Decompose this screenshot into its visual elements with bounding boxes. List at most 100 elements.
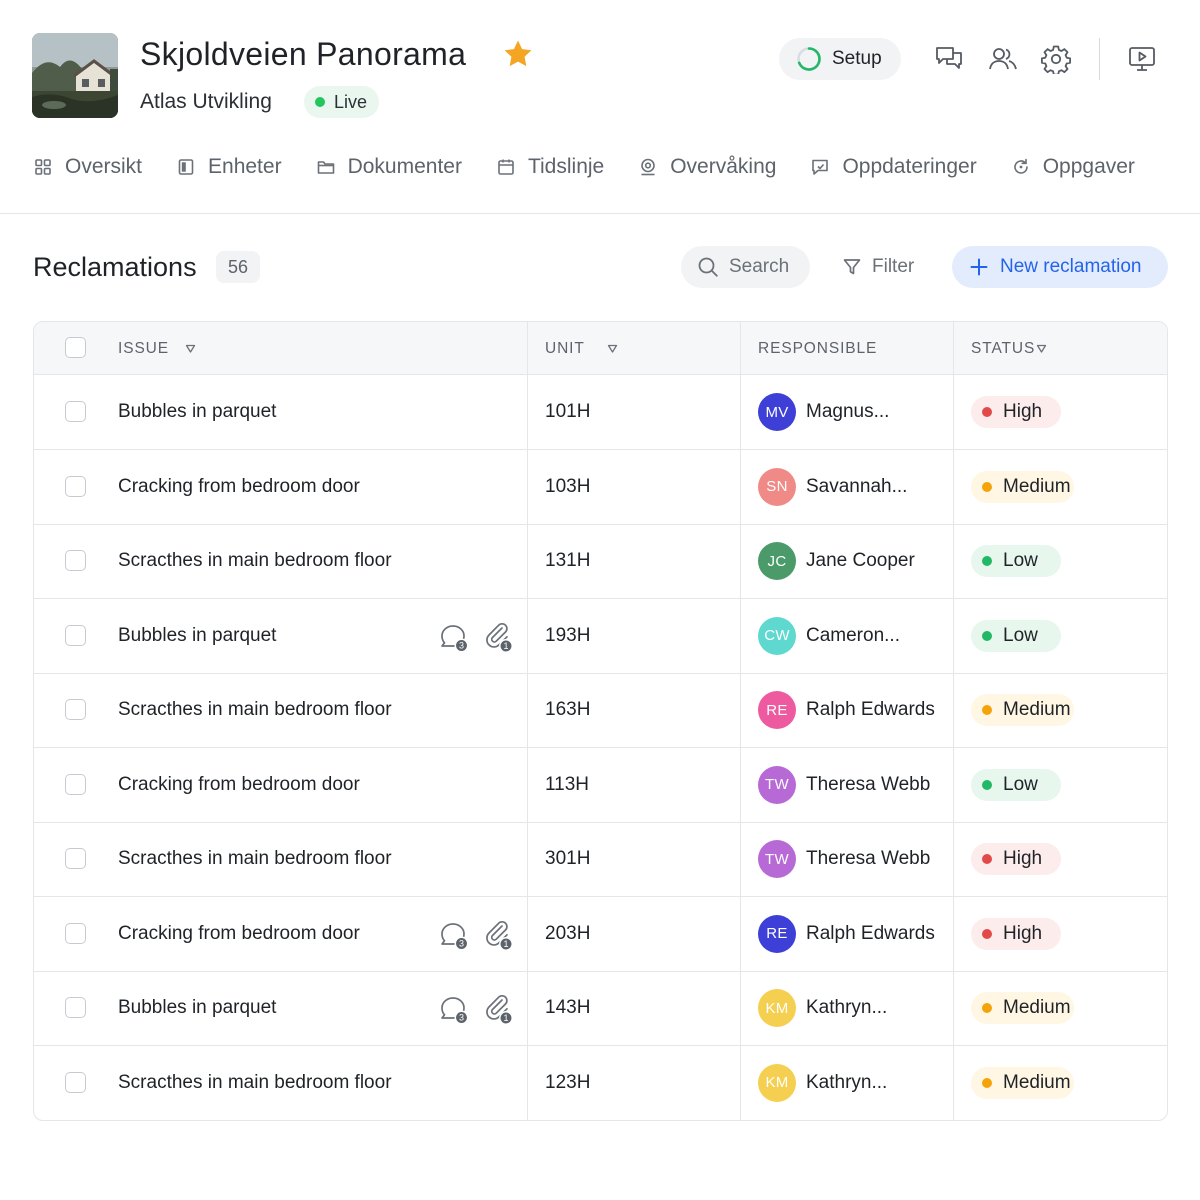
status-badge[interactable]: High (971, 843, 1061, 875)
status-dot-icon (982, 481, 992, 492)
responsible-name: Savannah... (806, 475, 908, 497)
new-reclamation-button[interactable]: New reclamation (952, 246, 1168, 288)
tab-dokumenter[interactable]: Dokumenter (316, 155, 462, 179)
units-icon (178, 159, 194, 175)
tab-overvaking[interactable]: Overvåking (638, 155, 776, 179)
status-badge[interactable]: Low (971, 768, 1061, 801)
table-row[interactable]: Bubbles in parquet 3 1 143H KM Kathryn... Medi… (34, 971, 1167, 1046)
issue-cell[interactable]: Bubbles in parquet (118, 971, 276, 1045)
column-header-responsible[interactable]: RESPONSIBLE (758, 322, 877, 375)
row-checkbox[interactable] (65, 475, 86, 497)
column-header-unit[interactable]: UNIT (545, 322, 618, 375)
tab-tidslinje[interactable]: Tidslinje (496, 155, 604, 179)
status-badge[interactable]: Medium (971, 1066, 1074, 1099)
responsible-name: Jane Cooper (806, 550, 915, 571)
attachment-icon[interactable]: 1 (482, 621, 514, 653)
row-checkbox[interactable] (65, 550, 86, 571)
tab-label: Oppdateringer (842, 155, 977, 178)
table-row[interactable]: Scracthes in main bedroom floor 131H JC Jan… (34, 524, 1167, 599)
comments-icon[interactable]: 3 (438, 919, 470, 951)
status-dot-icon (982, 556, 992, 566)
status-badge[interactable]: High (971, 917, 1061, 950)
tab-enheter[interactable]: Enheter (176, 155, 282, 179)
search-button-label: Search (729, 256, 790, 277)
users-icon[interactable] (988, 44, 1018, 74)
avatar: KM (758, 1063, 796, 1102)
table-row[interactable]: Scracthes in main bedroom floor 123H KM Kat… (34, 1046, 1167, 1121)
unit-cell: 103H (545, 475, 591, 497)
setup-progress-icon (797, 47, 821, 71)
table-row[interactable]: Bubbles in parquet 3 1 193H CW Cameron... Low (34, 599, 1167, 674)
status-badge[interactable]: Low (971, 545, 1061, 577)
unit-cell: 203H (545, 922, 591, 944)
chat-icon[interactable] (934, 44, 964, 74)
status-label: Low (1003, 773, 1038, 795)
search-button[interactable]: Search (681, 246, 810, 288)
attachment-icon[interactable]: 1 (482, 993, 514, 1025)
live-dot-icon (315, 97, 325, 107)
table-row[interactable]: Bubbles in parquet 101H MV Magnus... High (34, 375, 1167, 450)
issue-cell[interactable]: Cracking from bedroom door (118, 450, 360, 524)
attachment-count: 1 (503, 1013, 508, 1023)
comments-count: 3 (459, 640, 464, 650)
row-checkbox[interactable] (65, 848, 86, 869)
row-checkbox[interactable] (65, 997, 86, 1018)
gear-icon[interactable] (1041, 44, 1071, 76)
tab-oppgaver[interactable]: Oppgaver (1011, 155, 1135, 179)
issue-cell[interactable]: Cracking from bedroom door (118, 897, 360, 971)
issue-cell[interactable]: Scracthes in main bedroom floor (118, 673, 392, 747)
status-badge[interactable]: Medium (971, 470, 1074, 503)
issue-cell[interactable]: Scracthes in main bedroom floor (118, 822, 392, 896)
setup-button[interactable]: Setup (779, 38, 901, 80)
tab-oversikt[interactable]: Oversikt (33, 155, 142, 179)
message-icon (812, 159, 829, 175)
responsible-name: Kathryn... (806, 1071, 888, 1093)
unit-cell: 123H (545, 1071, 591, 1093)
attachment-count: 1 (503, 939, 508, 949)
issue-cell[interactable]: Bubbles in parquet (118, 599, 276, 673)
status-badge[interactable]: Medium (971, 694, 1074, 726)
status-badge[interactable]: Medium (971, 992, 1074, 1024)
responsible-name: Cameron... (806, 624, 900, 646)
status-dot-icon (982, 1077, 992, 1088)
column-header-status[interactable]: STATUS (971, 322, 1047, 375)
filter-button[interactable]: Filter (832, 246, 924, 288)
responsible-name: Magnus... (806, 401, 890, 422)
row-checkbox[interactable] (65, 922, 86, 944)
presentation-icon[interactable] (1127, 44, 1157, 74)
comments-icon[interactable]: 3 (438, 621, 470, 653)
table-row[interactable]: Cracking from bedroom door 3 1 203H RE Ralph … (34, 897, 1167, 972)
status-label: Low (1003, 550, 1038, 571)
row-checkbox[interactable] (65, 1071, 86, 1093)
table-row[interactable]: Scracthes in main bedroom floor 163H RE Ral… (34, 673, 1167, 748)
tab-oppdateringer[interactable]: Oppdateringer (810, 155, 977, 179)
attachment-icon[interactable]: 1 (482, 919, 514, 951)
refresh-icon (1013, 158, 1028, 174)
avatar: RE (758, 914, 796, 953)
issue-cell[interactable]: Scracthes in main bedroom floor (118, 1046, 392, 1120)
favorite-star-icon[interactable] (502, 38, 534, 70)
select-all-checkbox[interactable] (65, 337, 86, 358)
reclamations-table: ISSUE UNIT RESPONSIBLE STATUS Bubbles in… (33, 321, 1168, 1121)
status-dot-icon (982, 854, 992, 864)
row-checkbox[interactable] (65, 624, 86, 646)
status-badge[interactable]: Low (971, 619, 1061, 652)
table-row[interactable]: Cracking from bedroom door 103H SN Savannah… (34, 450, 1167, 525)
table-row[interactable]: Cracking from bedroom door 113H TW Theresa … (34, 748, 1167, 823)
row-checkbox[interactable] (65, 401, 86, 422)
status-badge[interactable]: High (971, 396, 1061, 428)
unit-cell: 113H (545, 773, 590, 795)
column-header-issue[interactable]: ISSUE (118, 322, 196, 375)
issue-cell[interactable]: Bubbles in parquet (118, 375, 276, 449)
comments-icon[interactable]: 3 (438, 993, 470, 1025)
issue-cell[interactable]: Scracthes in main bedroom floor (118, 524, 392, 598)
status-label: Medium (1003, 997, 1071, 1018)
table-row[interactable]: Scracthes in main bedroom floor 301H TW The… (34, 822, 1167, 897)
issue-cell[interactable]: Cracking from bedroom door (118, 748, 360, 822)
attachment-count: 1 (503, 641, 508, 651)
status-dot-icon (982, 705, 992, 715)
avatar: RE (758, 691, 796, 729)
row-checkbox[interactable] (65, 773, 86, 795)
unit-cell: 143H (545, 997, 591, 1018)
row-checkbox[interactable] (65, 699, 86, 720)
